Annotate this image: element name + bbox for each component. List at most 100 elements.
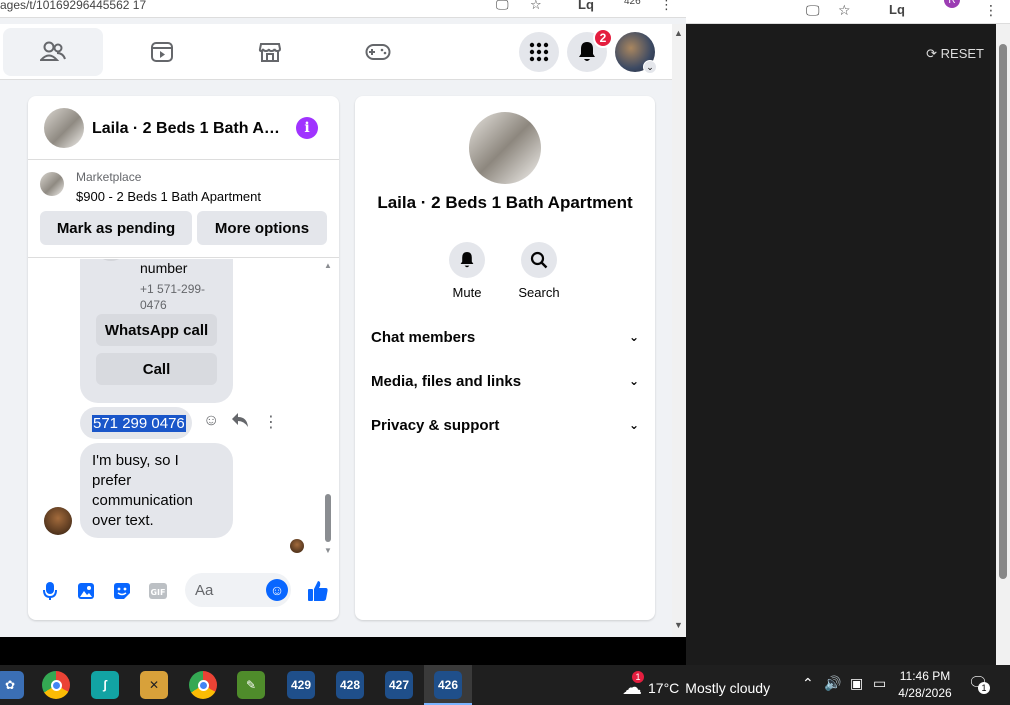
app-badge-426[interactable]: 426 xyxy=(434,671,462,699)
cast-icon[interactable]: 🖵 xyxy=(806,2,820,19)
script-app-icon[interactable]: ʃ xyxy=(91,671,119,699)
phone-number-message[interactable]: 571 299 0476 xyxy=(80,407,192,439)
background-scrollbar[interactable] xyxy=(996,24,1010,665)
svg-text:GIF: GIF xyxy=(150,588,165,597)
microphone-icon[interactable] xyxy=(40,581,60,601)
app-badge-428[interactable]: 428 xyxy=(336,671,364,699)
chevron-down-icon: ⌄ xyxy=(643,60,657,74)
scroll-up-icon[interactable]: ▲ xyxy=(674,28,683,38)
contact-card-message: number +1 571-299-0476 WhatsApp call Cal… xyxy=(80,259,233,403)
lens-icon[interactable]: Lq xyxy=(578,0,594,12)
cast-icon[interactable]: 🖵 xyxy=(496,0,509,13)
scroll-up-icon[interactable]: ▲ xyxy=(324,261,332,270)
address-bar[interactable]: ages/t/10169296445562 17 🖵 ☆ Lq 426 ⋮ xyxy=(0,0,686,18)
chrome-icon[interactable] xyxy=(42,671,70,699)
search-icon xyxy=(530,251,548,269)
background-scrollbar-thumb[interactable] xyxy=(999,44,1007,579)
network-icon[interactable]: ▭ xyxy=(873,675,886,692)
nav-tab-friends[interactable] xyxy=(3,28,103,76)
conversation-info-panel: Laila · 2 Beds 1 Bath Apartment Mute Sea… xyxy=(355,96,655,620)
notifications-button[interactable]: 2 xyxy=(567,28,613,72)
sticker-icon[interactable] xyxy=(112,581,132,601)
info-title: Laila · 2 Beds 1 Bath Apartment xyxy=(377,193,633,212)
app-icon-1[interactable]: ✿ xyxy=(0,671,24,699)
listing-thumbnail[interactable] xyxy=(44,108,84,148)
section-chat-members[interactable]: Chat members ⌄ xyxy=(371,325,639,349)
text-message[interactable]: I'm busy, so I prefer communication over… xyxy=(80,443,233,538)
lens-icon[interactable]: Lq xyxy=(889,2,905,17)
bookmark-star-icon[interactable]: ☆ xyxy=(838,2,851,19)
mark-as-pending-button[interactable]: Mark as pending xyxy=(40,211,192,245)
chat-header: Laila · 2 Beds 1 Bath A… i xyxy=(28,96,339,160)
contact-avatar xyxy=(95,259,127,261)
app-badge-427[interactable]: 427 xyxy=(385,671,413,699)
nav-tab-gaming[interactable] xyxy=(328,28,428,76)
bell-icon xyxy=(460,252,474,268)
gaming-icon xyxy=(365,44,391,60)
whatsapp-call-button[interactable]: WhatsApp call xyxy=(96,314,217,346)
account-avatar[interactable]: ⌄ xyxy=(615,32,657,74)
chevron-down-icon: ⌄ xyxy=(628,418,639,432)
notification-center-icon[interactable]: 🗨1 xyxy=(968,673,990,694)
more-actions-icon[interactable]: ⋮ xyxy=(263,412,279,432)
section-privacy-support[interactable]: Privacy & support ⌄ xyxy=(371,413,639,437)
scroll-down-icon[interactable]: ▼ xyxy=(674,620,683,630)
bell-icon xyxy=(579,42,595,61)
meet-now-icon[interactable]: ▣ xyxy=(850,675,863,692)
windows-taskbar: ✿ ʃ ✕ ✎ 429 428 427 426 ☁ 1 17°C Mostly c… xyxy=(0,665,1010,705)
sender-avatar[interactable] xyxy=(44,507,72,535)
listing-small-thumbnail xyxy=(40,172,64,196)
menu-grid-button[interactable] xyxy=(519,32,559,72)
notification-badge: 2 xyxy=(593,28,613,48)
chrome-profile-icon[interactable] xyxy=(189,671,217,699)
notepad-icon[interactable]: ✎ xyxy=(237,671,265,699)
contact-phone: +1 571-299-0476 xyxy=(140,282,206,312)
reply-icon[interactable] xyxy=(231,412,249,433)
selected-text[interactable]: 571 299 0476 xyxy=(92,414,186,432)
scroll-down-icon[interactable]: ▼ xyxy=(324,546,332,555)
chat-window: Laila · 2 Beds 1 Bath A… i Marketplace $… xyxy=(28,96,339,620)
react-emoji-icon[interactable]: ☺ xyxy=(203,412,219,430)
chevron-down-icon: ⌄ xyxy=(628,374,639,388)
system-clock[interactable]: 11:46 PM 4/28/2026 xyxy=(896,668,954,702)
chat-title[interactable]: Laila · 2 Beds 1 Bath A… xyxy=(92,120,280,138)
marketplace-icon xyxy=(258,43,282,62)
profile-count[interactable]: 426 xyxy=(624,0,641,7)
like-thumb-icon[interactable] xyxy=(306,579,330,603)
volume-icon[interactable]: 🔊 xyxy=(824,675,841,692)
mute-button[interactable]: Mute xyxy=(437,242,497,300)
reset-button[interactable]: ⟳ RESET xyxy=(926,46,984,62)
message-list: number +1 571-299-0476 WhatsApp call Cal… xyxy=(28,259,339,559)
bookmark-star-icon[interactable]: ☆ xyxy=(530,0,542,13)
listing-price[interactable]: $900 - 2 Beds 1 Bath Apartment xyxy=(76,189,261,204)
main-scrollbar[interactable]: ▲ ▼ xyxy=(672,24,686,637)
background-browser-window: 🖵 ☆ Lq R ⋮ ⟳ RESET xyxy=(686,0,1010,665)
chevron-up-icon[interactable]: ⌃ xyxy=(802,675,814,692)
nav-tab-video[interactable] xyxy=(112,28,212,76)
search-button[interactable]: Search xyxy=(509,242,569,300)
more-menu-icon[interactable]: ⋮ xyxy=(660,0,673,13)
video-icon xyxy=(151,42,173,62)
app-badge-429[interactable]: 429 xyxy=(287,671,315,699)
excel-like-icon[interactable]: ✕ xyxy=(140,671,168,699)
background-toolbar: 🖵 ☆ Lq R ⋮ xyxy=(686,0,1010,24)
messages-scrollbar[interactable]: ▲ ▼ xyxy=(324,259,334,557)
more-options-button[interactable]: More options xyxy=(197,211,327,245)
emoji-icon[interactable]: ☺ xyxy=(266,579,288,601)
photo-icon[interactable] xyxy=(76,581,96,601)
seen-indicator-avatar xyxy=(290,539,304,553)
contact-name: number xyxy=(140,260,188,276)
info-icon[interactable]: i xyxy=(296,117,318,139)
chevron-down-icon: ⌄ xyxy=(628,330,639,344)
call-button[interactable]: Call xyxy=(96,353,217,385)
facebook-window: ages/t/10169296445562 17 🖵 ☆ Lq 426 ⋮ 2 … xyxy=(0,0,686,637)
nav-tab-marketplace[interactable] xyxy=(220,28,320,76)
messages-scrollbar-thumb[interactable] xyxy=(325,494,331,542)
weather-widget[interactable]: ☁ 1 17°C Mostly cloudy xyxy=(622,671,770,700)
listing-photo[interactable] xyxy=(469,112,541,184)
more-menu-icon[interactable]: ⋮ xyxy=(984,2,998,19)
section-media-files-links[interactable]: Media, files and links ⌄ xyxy=(371,369,639,393)
gif-icon[interactable]: GIF xyxy=(148,581,168,601)
profile-avatar-icon[interactable]: R xyxy=(944,0,960,8)
marketplace-label: Marketplace xyxy=(76,170,142,184)
